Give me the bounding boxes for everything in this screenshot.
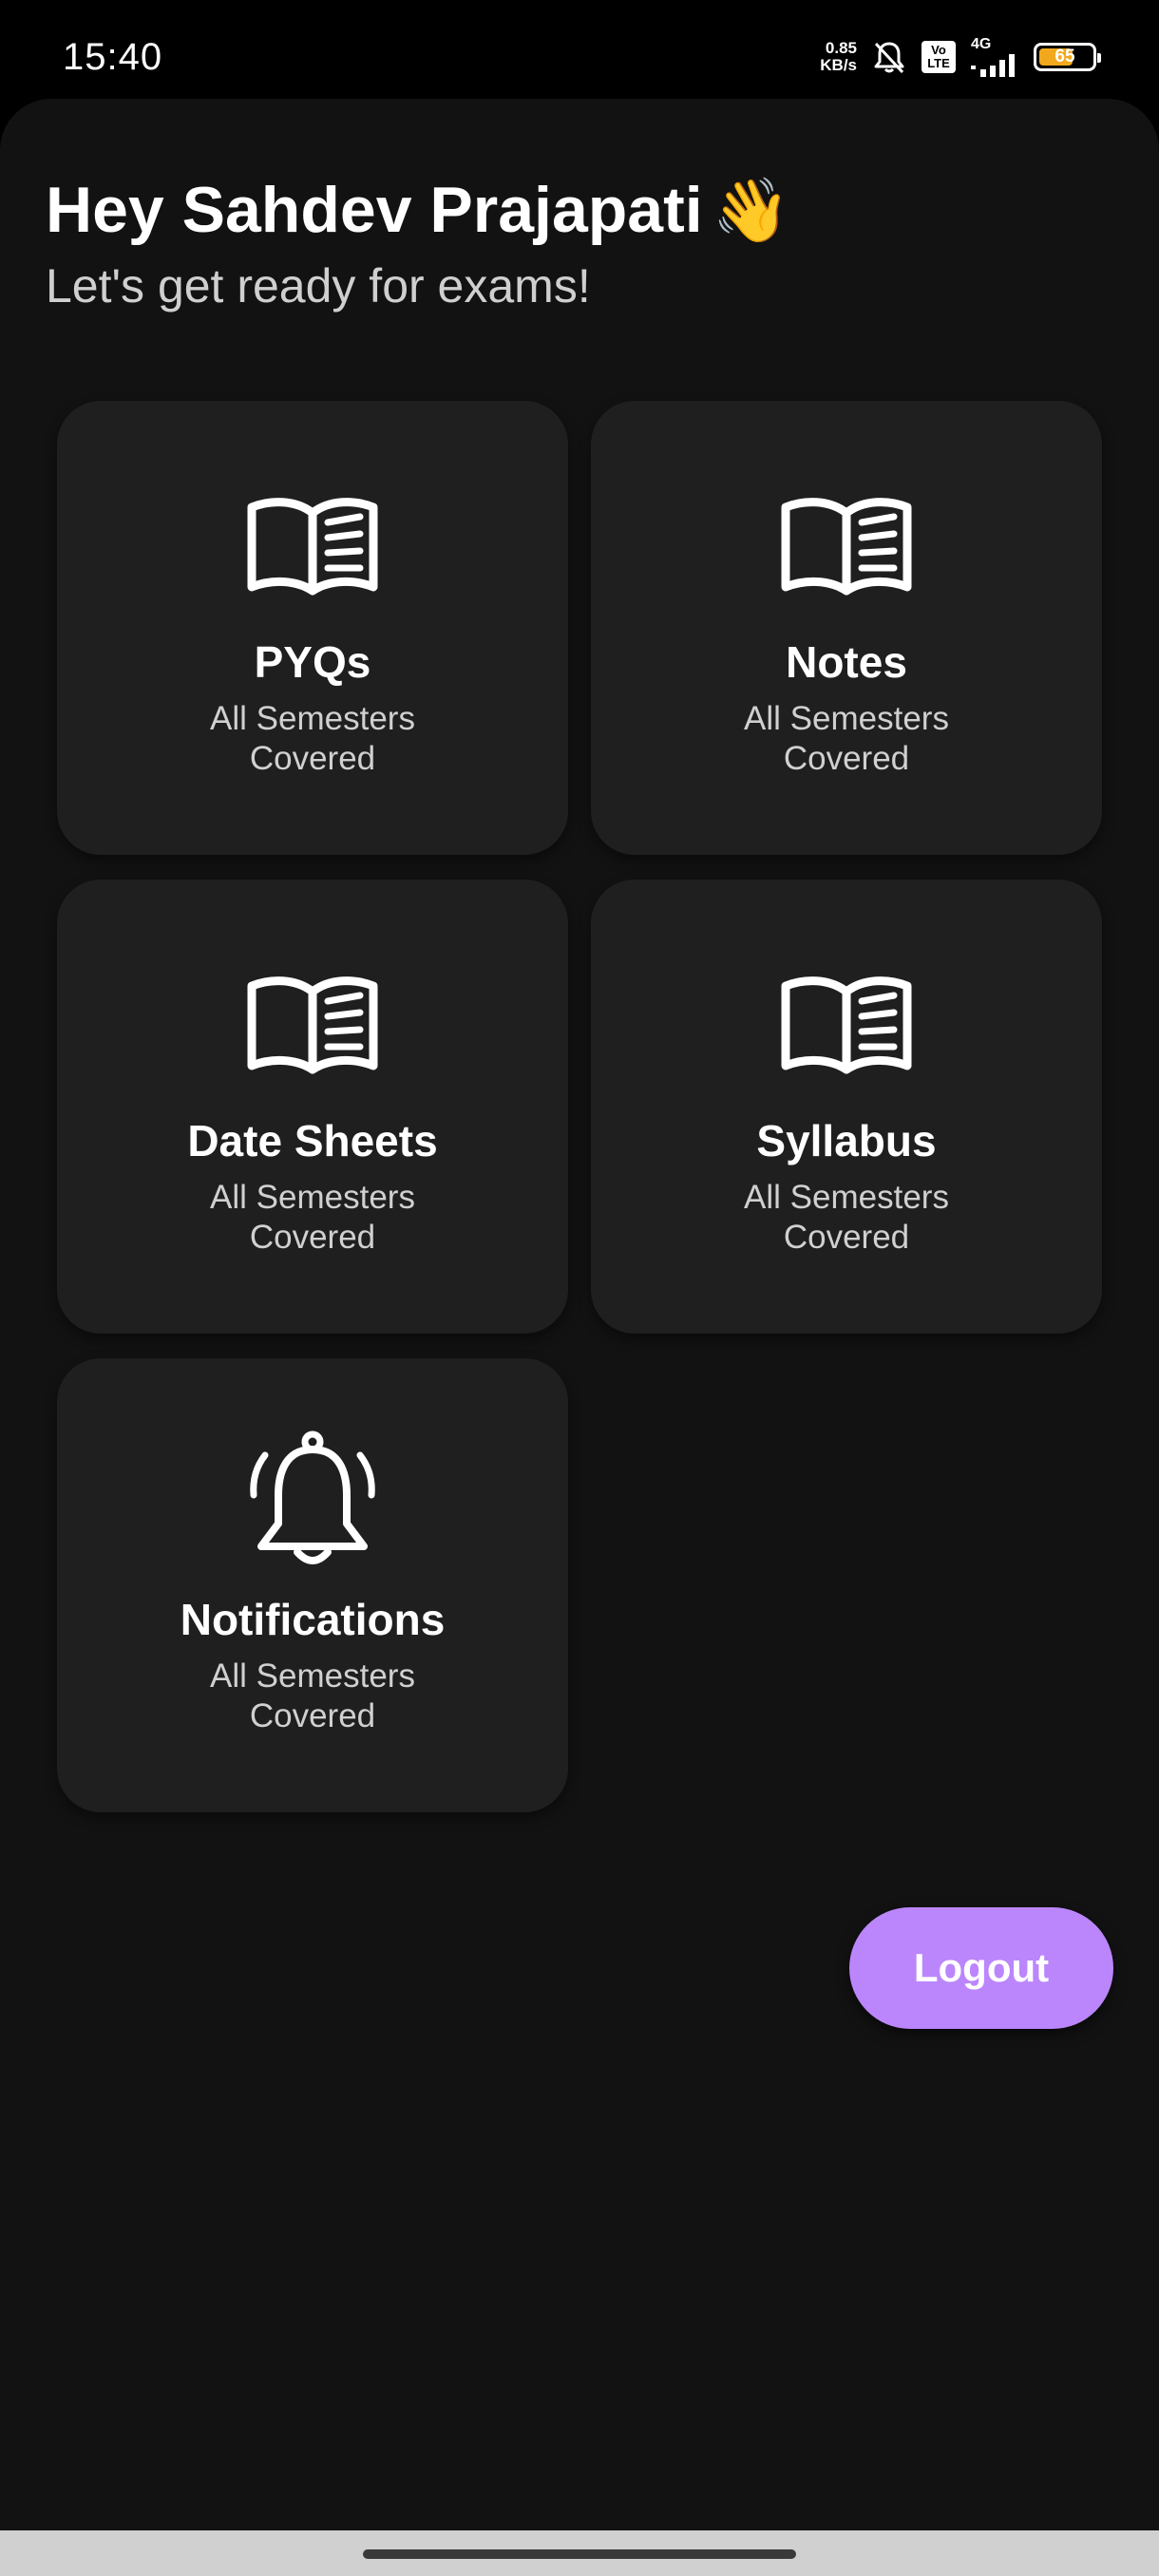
network-speed-unit: KB/s [820, 56, 857, 74]
book-icon [247, 976, 378, 1074]
card-subtitle: All Semesters Covered [210, 1179, 415, 1256]
status-bar: 15:40 0.85 KB/s Vo LTE 4G 65 [0, 0, 1159, 104]
card-syllabus[interactable]: Syllabus All Semesters Covered [591, 880, 1102, 1334]
battery-tip [1097, 53, 1101, 63]
network-speed-value: 0.85 [825, 39, 857, 57]
card-title: Date Sheets [187, 1116, 438, 1165]
waving-hand-emoji: 👋 [712, 175, 790, 245]
card-pyqs[interactable]: PYQs All Semesters Covered [57, 401, 568, 855]
book-icon [781, 976, 912, 1074]
card-subtitle: All Semesters Covered [744, 1179, 949, 1256]
network-type: 4G [971, 36, 992, 52]
card-subtitle: All Semesters Covered [210, 700, 415, 777]
bell-ringing-icon [250, 1430, 375, 1564]
volte-bottom-text: LTE [927, 56, 950, 70]
greeting-subtitle: Let's get ready for exams! [46, 259, 591, 313]
greeting-title: Hey Sahdev Prajapati 👋 [46, 173, 790, 248]
battery-level: 65 [1054, 47, 1075, 66]
navigation-bar [0, 2530, 1159, 2576]
card-date-sheets[interactable]: Date Sheets All Semesters Covered [57, 880, 568, 1334]
logout-button[interactable]: Logout [849, 1907, 1113, 2029]
battery-icon: 65 [1034, 43, 1101, 71]
greeting-text: Hey Sahdev Prajapati [46, 174, 703, 246]
card-subtitle: All Semesters Covered [744, 700, 949, 777]
signal-indicator: 4G [969, 37, 1020, 77]
home-indicator[interactable] [363, 2549, 796, 2559]
book-icon [247, 498, 378, 596]
book-icon [781, 498, 912, 596]
card-title: Syllabus [756, 1116, 937, 1165]
card-subtitle: All Semesters Covered [210, 1657, 415, 1734]
card-title: Notifications [180, 1595, 446, 1644]
network-speed: 0.85 KB/s [820, 40, 857, 74]
volte-top-text: Vo [931, 43, 946, 57]
card-title: Notes [786, 637, 907, 687]
status-time: 15:40 [63, 36, 163, 78]
card-notifications[interactable]: Notifications All Semesters Covered [57, 1358, 568, 1812]
signal-icon [971, 54, 1015, 77]
card-title: PYQs [254, 637, 371, 687]
status-icons: 0.85 KB/s Vo LTE 4G 65 [820, 34, 1101, 80]
app-surface: Hey Sahdev Prajapati 👋 Let's get ready fo… [0, 99, 1159, 2530]
card-notes[interactable]: Notes All Semesters Covered [591, 401, 1102, 855]
bell-off-icon [874, 42, 904, 74]
volte-icon: Vo LTE [922, 41, 956, 73]
